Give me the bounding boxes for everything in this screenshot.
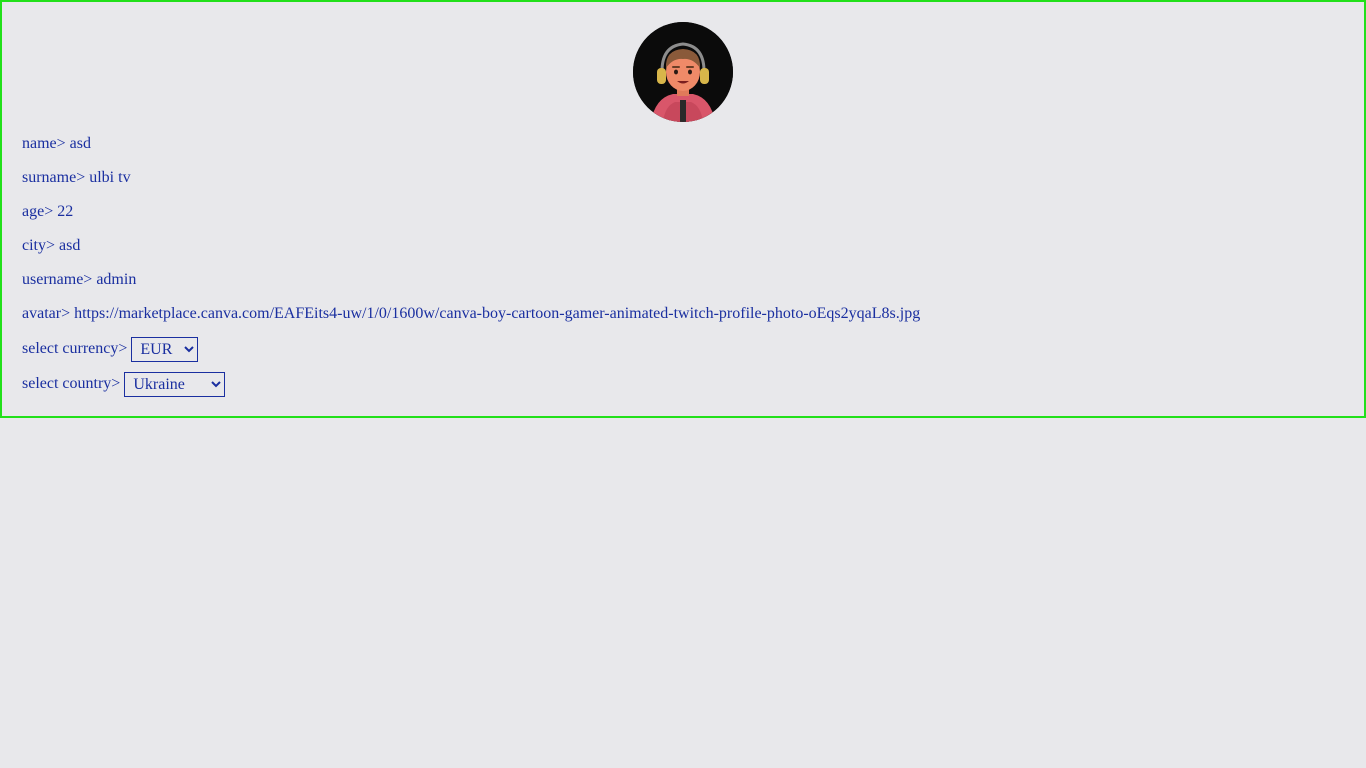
- surname-value: ulbi tv: [89, 169, 131, 186]
- city-label: city>: [22, 237, 56, 254]
- city-row: city> asd: [22, 237, 80, 255]
- surname-row: surname> ulbi tv: [22, 169, 131, 187]
- age-label: age>: [22, 203, 54, 220]
- avatar: [633, 22, 733, 122]
- profile-card: name> asd surname> ulbi tv age> 22 city> asd…: [0, 0, 1366, 418]
- currency-row: select currency> EUR: [22, 337, 199, 362]
- surname-label: surname>: [22, 169, 86, 186]
- currency-select[interactable]: EUR: [131, 337, 199, 362]
- country-row: select country> Ukraine: [22, 372, 226, 397]
- age-row: age> 22: [22, 203, 73, 221]
- cartoon-gamer-avatar-icon: [633, 22, 733, 122]
- avatar-url-value: https://marketplace.canva.com/EAFEits4-u…: [74, 305, 921, 322]
- age-value: 22: [57, 203, 74, 220]
- name-value: asd: [69, 135, 91, 152]
- currency-label: select currency>: [22, 340, 128, 358]
- avatar-row: avatar> https://marketplace.canva.com/EAF…: [22, 305, 920, 323]
- username-value: admin: [96, 271, 137, 288]
- name-label: name>: [22, 135, 66, 152]
- avatar-label: avatar>: [22, 305, 71, 322]
- city-value: asd: [59, 237, 81, 254]
- country-label: select country>: [22, 375, 121, 393]
- name-row: name> asd: [22, 135, 91, 153]
- country-select[interactable]: Ukraine: [124, 372, 226, 397]
- username-label: username>: [22, 271, 93, 288]
- username-row: username> admin: [22, 271, 136, 289]
